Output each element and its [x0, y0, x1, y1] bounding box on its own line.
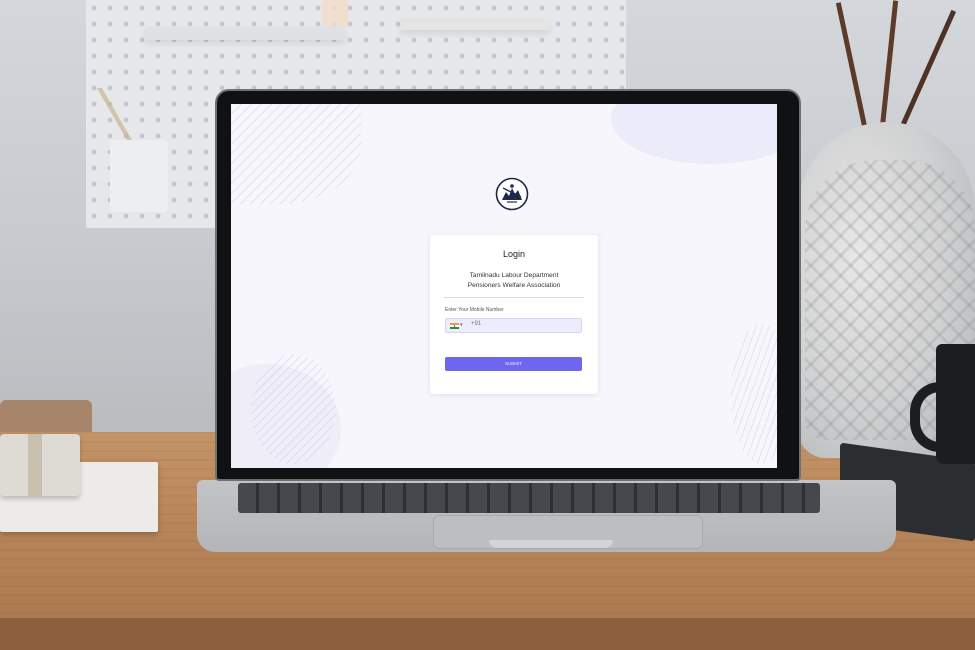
submit-button[interactable]: SUBMIT — [445, 357, 582, 371]
decorative-blob — [611, 104, 777, 164]
association-emblem-icon — [495, 177, 529, 211]
pencils — [96, 88, 136, 143]
desk-edge — [0, 618, 975, 650]
decorative-lines — [731, 324, 777, 464]
laptop-keyboard — [238, 483, 820, 513]
pencil-cup — [110, 140, 168, 212]
dial-code: +91 — [471, 321, 482, 327]
mobile-number-label: Enter Your Mobile Number — [445, 307, 504, 313]
wall-shelf — [400, 18, 550, 30]
india-flag-icon[interactable] — [450, 323, 459, 329]
laptop-lip — [489, 540, 613, 548]
decorative-lines — [231, 104, 361, 204]
decorative-lines — [251, 354, 336, 464]
organization-name: Tamilnadu Labour Department Pensioners W… — [440, 271, 588, 290]
shelf-light — [322, 0, 348, 26]
organization-name-line: Tamilnadu Labour Department — [469, 272, 559, 279]
organization-name-line: Pensioners Welfare Association — [467, 281, 561, 289]
divider — [444, 297, 584, 298]
wall-shelf — [145, 26, 345, 40]
mobile-number-input[interactable]: ▾ +91 — [445, 318, 582, 333]
login-card: Login Tamilnadu Labour Department Pensio… — [430, 235, 598, 394]
country-dropdown-chevron-icon[interactable]: ▾ — [460, 322, 463, 328]
notebook-band — [28, 434, 42, 496]
black-mug — [936, 344, 975, 464]
login-screen: Login Tamilnadu Labour Department Pensio… — [231, 104, 777, 468]
login-title: Login — [502, 249, 526, 259]
